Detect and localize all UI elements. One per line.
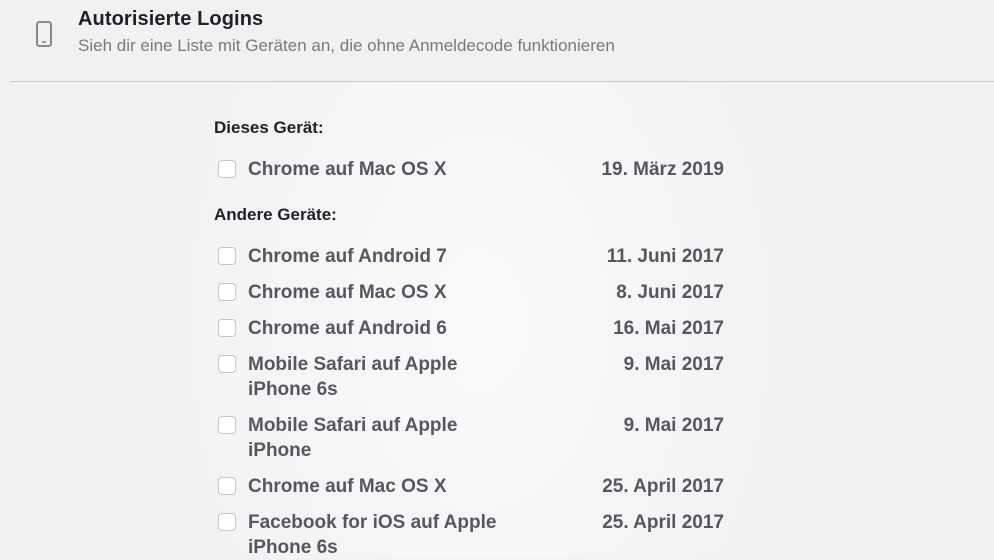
- login-date: 25. April 2017: [602, 476, 724, 497]
- device-checkbox[interactable]: [218, 160, 236, 178]
- device-name: Facebook for iOS auf Apple iPhone 6s: [248, 512, 497, 558]
- authorized-logins-header: Autorisierte Logins Sieh dir eine Liste …: [0, 0, 994, 82]
- device-name: Chrome auf Android 7: [248, 246, 447, 267]
- mobile-device-icon: [36, 21, 52, 47]
- device-name: Chrome auf Mac OS X: [248, 159, 447, 180]
- device-name: Chrome auf Mac OS X: [248, 476, 447, 497]
- device-checkbox[interactable]: [218, 513, 236, 531]
- login-date: 8. Juni 2017: [616, 282, 724, 303]
- login-date: 25. April 2017: [602, 512, 724, 533]
- device-name: Mobile Safari auf Apple iPhone: [248, 415, 458, 461]
- device-name: Mobile Safari auf Apple iPhone 6s: [248, 354, 458, 400]
- device-list-panel: Dieses Gerät: Chrome auf Mac OS X 19. Mä…: [0, 82, 994, 559]
- device-checkbox[interactable]: [218, 477, 236, 495]
- login-date: 19. März 2019: [601, 159, 724, 180]
- device-checkbox[interactable]: [218, 319, 236, 337]
- login-date: 11. Juni 2017: [606, 246, 724, 267]
- device-name: Chrome auf Android 6: [248, 318, 447, 339]
- this-device-label: Dieses Gerät:: [214, 118, 324, 137]
- device-checkbox[interactable]: [218, 355, 236, 373]
- other-devices-label: Andere Geräte:: [214, 205, 337, 224]
- page-subtitle: Sieh dir eine Liste mit Geräten an, die …: [78, 36, 615, 55]
- device-checkbox[interactable]: [218, 247, 236, 265]
- device-name: Chrome auf Mac OS X: [248, 282, 447, 303]
- login-date: 9. Mai 2017: [623, 415, 724, 436]
- login-date: 16. Mai 2017: [613, 318, 724, 339]
- page-title: Autorisierte Logins: [78, 8, 264, 30]
- login-date: 9. Mai 2017: [623, 354, 724, 375]
- device-checkbox[interactable]: [218, 416, 236, 434]
- device-checkbox[interactable]: [218, 283, 236, 301]
